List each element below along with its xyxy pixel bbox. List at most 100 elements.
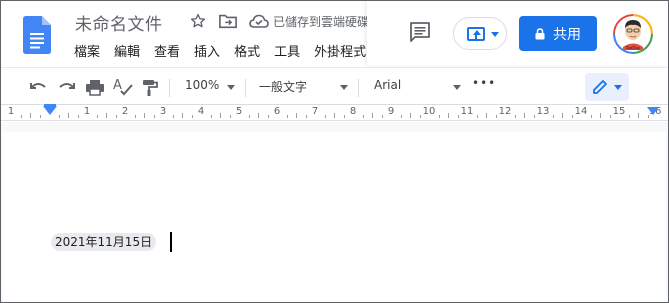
ruler-label: 7 [311,106,319,117]
avatar-text: TaoDay [625,46,641,51]
undo-button[interactable] [28,76,48,98]
ruler-tick [134,115,136,118]
menu-addons[interactable]: 外掛程式 [314,41,366,60]
spellcheck-button[interactable]: A [112,76,134,98]
ruler-tick [590,115,592,118]
ruler-tick [381,115,383,118]
ruler-tick [324,115,326,118]
ruler-tick [106,113,107,118]
document-page[interactable] [3,132,666,302]
ruler-tick [334,113,335,118]
svg-text:A: A [113,78,122,93]
ruler-label: 13 [536,106,550,117]
comment-history-icon[interactable] [409,21,431,43]
cloud-saved-icon[interactable] [249,14,269,28]
ruler-label: 1 [7,106,15,117]
ruler-tick [571,115,573,118]
menu-insert[interactable]: 插入 [194,41,220,60]
ruler-label: 4 [197,106,205,117]
left-indent-handle[interactable] [43,106,57,115]
ruler-label: 12 [498,106,512,117]
ruler-tick [486,113,487,118]
account-avatar[interactable]: TaoDay [613,14,653,54]
ruler-label: 10 [422,106,436,117]
more-options-button[interactable]: ••• [472,76,496,90]
menu-file[interactable]: 檔案 [74,41,100,60]
document-canvas [1,122,668,302]
ruler-tick [628,115,630,118]
text-cursor [170,232,172,252]
ruler-tick [400,115,402,118]
right-indent-handle[interactable] [647,107,659,115]
toolbar: A 100% 一般文字 Arial ••• [1,67,668,105]
ruler-tick [448,113,449,118]
date-smart-chip[interactable]: 2021年11月15日 [51,233,157,251]
editing-mode-button[interactable] [585,73,629,101]
ruler[interactable]: 1 1 2 3 4 5 6 7 8 9 10 11 12 13 14 15 16 [1,105,668,121]
ruler-tick [476,115,478,118]
share-label: 共用 [553,26,581,43]
menu-format[interactable]: 格式 [234,41,260,60]
toolbar-divider [358,79,359,97]
ruler-label: 1 [83,106,91,117]
ruler-label: 11 [460,106,474,117]
print-button[interactable] [85,76,105,98]
ruler-label: 3 [159,106,167,117]
ruler-tick [647,115,649,118]
app-window: 未命名文件 已儲存到雲端硬碟 檔案 編輯 查看 插入 格式 工具 外掛程式 共用… [0,0,669,303]
paint-format-icon [143,80,158,96]
paragraph-style-select[interactable]: 一般文字 [259,78,307,95]
ruler-tick [267,115,269,118]
ruler-tick [410,113,411,118]
ruler-tick [144,113,145,118]
star-icon[interactable] [189,12,207,30]
ruler-label: 8 [349,106,357,117]
ruler-tick [39,115,41,118]
ruler-label: 2 [121,106,129,117]
ruler-tick [609,115,611,118]
ruler-tick [638,113,639,118]
ruler-tick [533,115,535,118]
ruler-tick [20,115,22,118]
ruler-label: 14 [574,106,588,117]
ruler-tick [286,115,288,118]
redo-button[interactable] [57,76,77,98]
ruler-tick [457,115,459,118]
lock-icon [535,27,545,39]
move-to-folder-icon[interactable] [219,13,237,29]
menu-edit[interactable]: 編輯 [114,41,140,60]
mode-chevron-down-icon [614,85,622,90]
ruler-tick [248,115,250,118]
ruler-tick [220,113,221,118]
menu-view[interactable]: 查看 [154,41,180,60]
save-status[interactable]: 已儲存到雲端硬碟 [273,13,367,30]
paint-format-button[interactable] [141,76,159,98]
present-button[interactable] [453,17,507,50]
document-title[interactable]: 未命名文件 [75,10,163,35]
ruler-tick [514,115,516,118]
chevron-down-icon [491,32,499,37]
ruler-tick [96,115,98,118]
zoom-select[interactable]: 100% [185,78,219,92]
style-chevron-down-icon [340,85,348,90]
ruler-tick [58,115,60,118]
ruler-tick [562,113,563,118]
ruler-tick [30,113,31,118]
ruler-label: 15 [612,106,626,117]
menu-bar: 檔案 編輯 查看 插入 格式 工具 外掛程式 [74,41,380,60]
font-select[interactable]: Arial [374,78,401,92]
ruler-label: 5 [235,106,243,117]
toolbar-divider [245,79,246,97]
font-chevron-down-icon [453,85,461,90]
ruler-tick [524,113,525,118]
ruler-tick [343,115,345,118]
present-icon [467,27,485,41]
menu-tools[interactable]: 工具 [274,41,300,60]
docs-logo-icon[interactable] [23,16,51,54]
ruler-tick [172,115,174,118]
ruler-tick [495,115,497,118]
ruler-tick [115,115,117,118]
ruler-tick [372,113,373,118]
share-button[interactable]: 共用 [519,16,597,51]
ruler-tick [191,115,193,118]
